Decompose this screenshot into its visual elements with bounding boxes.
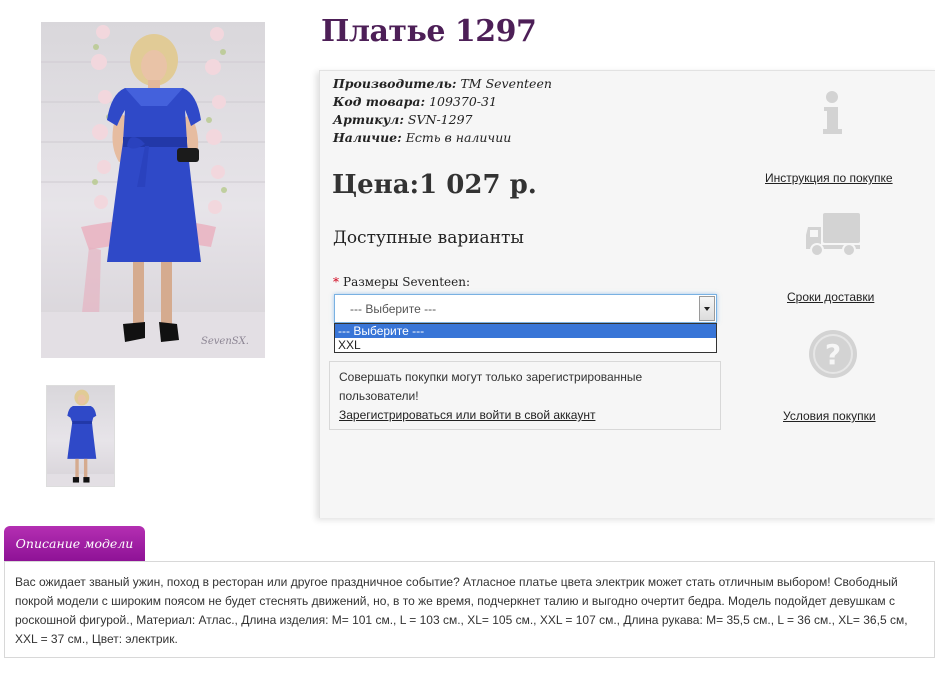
description-panel: Вас ожидает званый ужин, поход в рестора… — [4, 561, 935, 658]
product-title: Платье 1297 — [321, 14, 537, 49]
size-select[interactable]: --- Выберите --- — [334, 294, 717, 323]
purchase-terms-link[interactable]: Условия покупки — [783, 409, 876, 423]
availability-value: Есть в наличии — [405, 130, 512, 145]
dress-photo-illustration: SevenSX. — [41, 25, 265, 358]
login-link[interactable]: Зарегистрироваться или войти в свой акка… — [339, 408, 595, 422]
sku-label: Артикул: — [333, 112, 404, 127]
manufacturer-value: TM Seventeen — [460, 76, 552, 91]
svg-text:?: ? — [825, 338, 841, 371]
description-text: Вас ожидает званый ужин, поход в рестора… — [15, 575, 908, 646]
login-notice: Совершать покупки могут только зарегистр… — [329, 361, 721, 430]
manufacturer-line: Производитель: TM Seventeen — [333, 75, 552, 93]
product-main-image[interactable]: SevenSX. — [41, 22, 265, 358]
product-thumbnail[interactable] — [46, 385, 115, 487]
question-icon: ? — [809, 330, 857, 378]
sku-line: Артикул: SVN-1297 — [333, 111, 473, 129]
purchase-instructions-link[interactable]: Инструкция по покупке — [765, 171, 893, 185]
required-mark: * — [333, 275, 339, 289]
delivery-times-link[interactable]: Сроки доставки — [787, 290, 874, 304]
product-code-label: Код товара: — [333, 94, 426, 109]
sku-value: SVN-1297 — [407, 112, 473, 127]
svg-text:SevenSX.: SevenSX. — [201, 336, 249, 347]
info-icon — [823, 91, 842, 134]
availability-line: Наличие: Есть в наличии — [333, 129, 511, 147]
thumbnail-illustration — [47, 389, 114, 486]
size-label-text: Размеры Seventeen: — [343, 275, 470, 289]
chevron-down-icon[interactable] — [699, 296, 715, 321]
tab-description[interactable]: Описание модели — [4, 526, 145, 561]
product-code-value: 109370-31 — [429, 94, 497, 109]
truck-icon — [806, 213, 860, 257]
size-option-xxl[interactable]: XXL — [335, 338, 716, 352]
size-label: * Размеры Seventeen: — [333, 275, 470, 289]
product-code-line: Код товара: 109370-31 — [333, 93, 497, 111]
size-option-placeholder[interactable]: --- Выберите --- — [335, 324, 716, 338]
availability-label: Наличие: — [333, 130, 402, 145]
manufacturer-label: Производитель: — [333, 76, 457, 91]
size-select-value: --- Выберите --- — [350, 302, 437, 316]
variants-heading: Доступные варианты — [333, 228, 524, 248]
size-dropdown-list: --- Выберите --- XXL — [334, 323, 717, 353]
product-price: Цена:1 027 р. — [332, 170, 537, 200]
login-notice-text: Совершать покупки могут только зарегистр… — [339, 370, 643, 403]
